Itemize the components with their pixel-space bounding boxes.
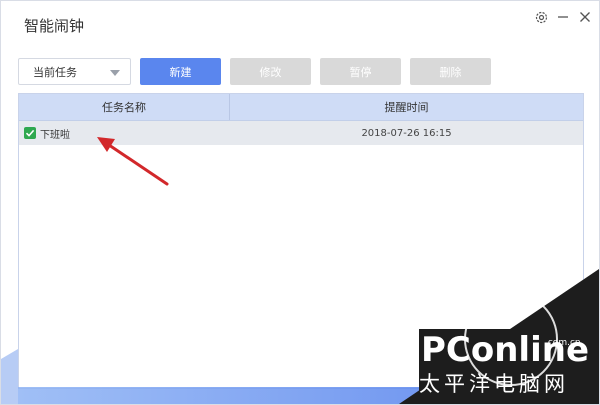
delete-button[interactable]: 删除: [410, 58, 491, 85]
task-checkbox[interactable]: [24, 127, 36, 139]
minimize-icon[interactable]: [555, 9, 571, 25]
task-name-cell: 下班啦: [19, 126, 230, 141]
table-row[interactable]: 下班啦 2018-07-26 16:15: [19, 121, 583, 145]
gear-icon[interactable]: [533, 9, 549, 25]
alarm-window: 智能闹钟 当前任务 新建 修改 暂停 删除 任务名称 提醒时间 下班啦 2018…: [0, 0, 600, 405]
chevron-down-icon: [110, 70, 120, 76]
checkmark-icon: [25, 129, 35, 137]
close-icon[interactable]: [577, 9, 593, 25]
toolbar: 当前任务 新建 修改 暂停 删除: [18, 58, 491, 85]
window-controls: [533, 9, 593, 25]
task-table: 任务名称 提醒时间 下班啦 2018-07-26 16:15: [18, 93, 584, 389]
column-header-task-name[interactable]: 任务名称: [19, 94, 230, 120]
task-filter-value: 当前任务: [33, 65, 77, 79]
edit-button[interactable]: 修改: [230, 58, 311, 85]
title-bar: 智能闹钟: [1, 1, 599, 47]
remind-time-cell: 2018-07-26 16:15: [361, 127, 452, 139]
task-filter-select[interactable]: 当前任务: [18, 58, 131, 85]
table-header: 任务名称 提醒时间: [19, 94, 583, 121]
column-header-remind-time[interactable]: 提醒时间: [230, 94, 583, 120]
new-button[interactable]: 新建: [140, 58, 221, 85]
window-title: 智能闹钟: [24, 17, 85, 35]
pause-button[interactable]: 暂停: [320, 58, 401, 85]
task-name: 下班啦: [40, 129, 70, 141]
